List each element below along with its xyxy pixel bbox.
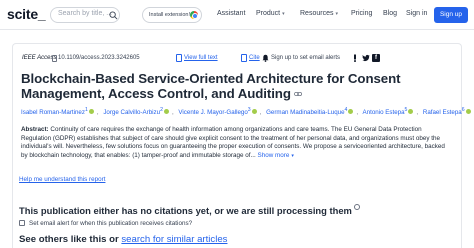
search-icon[interactable] xyxy=(109,11,118,20)
install-extension-label: Install extension! xyxy=(149,12,190,18)
nav-resources[interactable]: Resources ▾ xyxy=(300,10,338,17)
view-full-text-link[interactable]: View full text xyxy=(184,55,218,61)
abstract: Abstract: Continuity of care requires th… xyxy=(21,126,451,160)
top-navbar: scite_ Search by title, ... Install exte… xyxy=(0,0,474,30)
doi-text[interactable]: 10.1109/access.2023.3242605 xyxy=(58,55,140,61)
nav-pricing[interactable]: Pricing xyxy=(351,10,372,17)
twitter-icon[interactable] xyxy=(362,54,370,62)
chevron-down-icon[interactable]: ▾ xyxy=(291,153,294,159)
facebook-icon[interactable]: f xyxy=(372,54,380,62)
author-link[interactable]: Antonio Estepa xyxy=(363,109,405,116)
nav-sign-in[interactable]: Sign in xyxy=(406,10,427,17)
nav-blog[interactable]: Blog xyxy=(383,10,397,17)
quote-icon xyxy=(241,54,247,62)
show-more-link[interactable]: Show more xyxy=(258,152,290,159)
chevron-down-icon: ▾ xyxy=(335,11,338,17)
author-link[interactable]: German Madinabeitia-Luque xyxy=(266,109,344,116)
see-others-text: See others like this or xyxy=(19,234,122,245)
install-extension-button[interactable]: Install extension! xyxy=(142,7,202,23)
author-link[interactable]: Isabel Roman-Martinez xyxy=(21,109,85,116)
help-understand-link[interactable]: Help me understand this report xyxy=(19,176,105,183)
info-icon[interactable] xyxy=(353,204,360,210)
nav-assistant[interactable]: Assistant xyxy=(217,10,245,17)
sign-up-button[interactable]: Sign up xyxy=(434,7,468,23)
paper-title: Blockchain-Based Service-Oriented Archit… xyxy=(21,71,401,102)
abstract-label: Abstract: xyxy=(21,126,49,133)
author-index: 2 xyxy=(160,107,163,113)
doi-icon xyxy=(52,55,57,62)
author-index: 4 xyxy=(344,107,348,113)
orcid-icon[interactable] xyxy=(348,109,354,115)
abstract-text: Continuity of care requires the exchange… xyxy=(21,126,445,159)
bell-icon[interactable] xyxy=(262,54,269,62)
author-list: Isabel Roman-Martinez1, Jorge Calvillo-A… xyxy=(21,107,474,116)
author-index: 1 xyxy=(84,107,88,113)
author-link[interactable]: Rafael Estepa xyxy=(423,109,462,116)
nav-product[interactable]: Product ▾ xyxy=(256,10,285,17)
link-icon[interactable] xyxy=(293,91,302,97)
cite-link[interactable]: Cite xyxy=(249,55,260,61)
search-similar-link[interactable]: search for similar articles xyxy=(121,234,227,245)
email-alert-label: Set email alert for when this publicatio… xyxy=(29,220,193,227)
page-title: Blockchain-Based Service-Oriented Archit… xyxy=(21,71,441,101)
scite-logo[interactable]: scite_ xyxy=(7,6,46,22)
chrome-icon xyxy=(190,11,198,19)
author-index: 6 xyxy=(461,107,465,113)
citation-status-text: This publication either has no citations… xyxy=(19,205,352,216)
search-input[interactable]: Search by title, ... xyxy=(50,7,120,23)
warning-icon[interactable] xyxy=(352,54,358,62)
orcid-icon[interactable] xyxy=(465,109,471,115)
orcid-icon[interactable] xyxy=(163,109,169,115)
author-link[interactable]: Vicente J. Mayor-Gallego xyxy=(178,109,247,116)
orcid-icon[interactable] xyxy=(408,109,414,115)
email-alert-text[interactable]: Sign up to set email alerts xyxy=(271,55,340,61)
author-index: 3 xyxy=(247,107,251,113)
orcid-icon[interactable] xyxy=(251,109,257,115)
chevron-down-icon: ▾ xyxy=(282,11,285,17)
email-alert-checkbox[interactable] xyxy=(19,220,25,226)
author-link[interactable]: Jorge Calvillo-Arbizu xyxy=(103,109,160,116)
publication-card: IEEE Access 10.1109/access.2023.3242605 … xyxy=(12,43,471,248)
citation-status-heading: This publication either has no citations… xyxy=(19,204,360,216)
search-placeholder: Search by title, ... xyxy=(58,10,113,17)
author-index: 5 xyxy=(404,107,408,113)
see-others-heading: See others like this or search for simil… xyxy=(19,234,227,245)
email-alert-option[interactable]: Set email alert for when this publicatio… xyxy=(19,220,192,227)
orcid-icon[interactable] xyxy=(88,109,94,115)
document-icon xyxy=(176,54,182,62)
